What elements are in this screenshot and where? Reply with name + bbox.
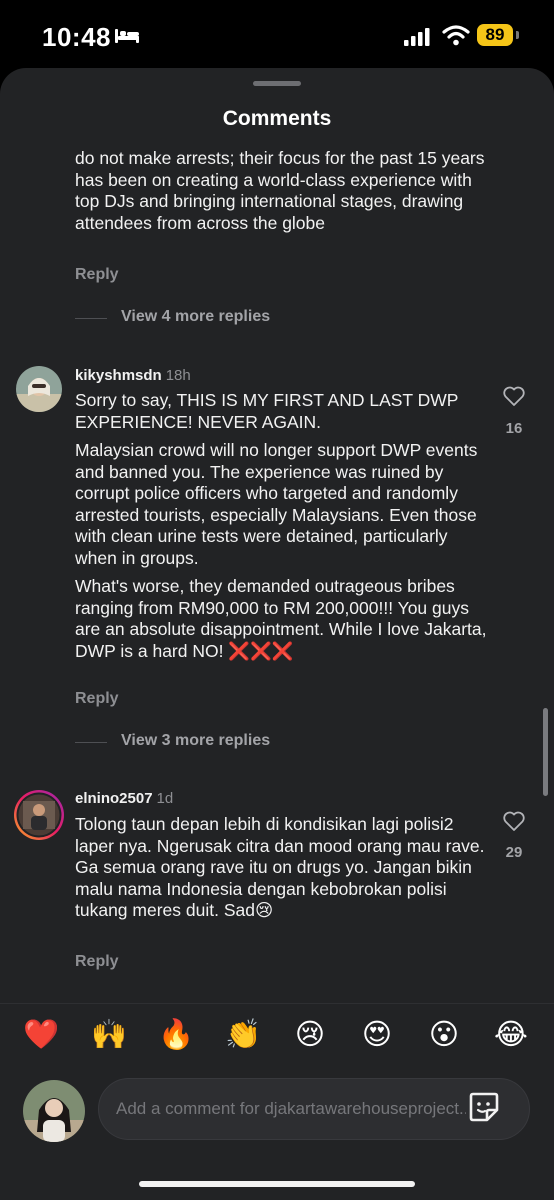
home-indicator[interactable]	[139, 1181, 415, 1187]
comment-text: Tolong taun depan lebih di kondisikan la…	[75, 814, 490, 929]
timestamp: 1d	[156, 790, 174, 807]
current-user-avatar	[23, 1080, 85, 1142]
emoji-clap[interactable]: 👏	[223, 1015, 263, 1055]
sheet-title: Comments	[222, 107, 332, 130]
emoji-heart-eyes[interactable]: 😍	[357, 1015, 397, 1055]
username[interactable]: elnino2507	[75, 790, 153, 807]
comment-header: elnino2507 1d	[75, 790, 173, 807]
status-bar: 10:48 89	[0, 0, 554, 70]
view-more-label: View 4 more replies	[121, 308, 271, 325]
emoji-fire[interactable]: 🔥	[156, 1015, 196, 1055]
timestamp: 18h	[165, 367, 191, 384]
thread-line	[75, 742, 107, 743]
comment-paragraph: Tolong taun depan lebih di kondisikan la…	[75, 814, 485, 920]
comments-sheet: Comments do not make arrests; their focu…	[0, 68, 554, 1200]
signal-icon	[404, 28, 430, 46]
reply-button[interactable]: Reply	[75, 266, 119, 284]
avatar-story-ring[interactable]	[13, 789, 65, 841]
view-more-label: View 3 more replies	[121, 732, 271, 749]
bed-icon	[115, 29, 139, 43]
comment-input-placeholder: Add a comment for djakartawarehouseproje…	[116, 1099, 474, 1118]
scrollbar[interactable]	[543, 708, 548, 796]
comment-paragraph: Sorry to say, THIS IS MY FIRST AND LAST …	[75, 390, 459, 432]
heart-outline-icon[interactable]	[502, 385, 526, 407]
heart-outline-icon[interactable]	[502, 810, 526, 832]
comment-paragraph: do not make arrests; their focus for the…	[75, 148, 485, 233]
reply-button[interactable]: Reply	[75, 953, 119, 971]
battery-indicator: 89	[477, 24, 513, 46]
like-count: 29	[505, 844, 523, 861]
comment-text: do not make arrests; their focus for the…	[75, 148, 490, 241]
divider	[0, 1003, 554, 1004]
comment-list[interactable]: do not make arrests; their focus for the…	[0, 148, 554, 1003]
emoji-surprised[interactable]: 😮	[424, 1015, 464, 1055]
avatar[interactable]	[16, 366, 62, 412]
emoji-tears-of-joy[interactable]: 😂	[491, 1015, 531, 1055]
battery-tip	[516, 31, 519, 39]
emoji-heart[interactable]: ❤️	[21, 1015, 61, 1055]
comment-paragraph: Malaysian crowd will no longer support D…	[75, 440, 478, 568]
comment-paragraph: What's worse, they demanded outrageous b…	[75, 576, 487, 661]
status-time: 10:48	[42, 22, 111, 52]
wifi-icon	[442, 25, 470, 46]
sheet-grabber[interactable]	[253, 81, 301, 86]
like-count: 16	[505, 420, 523, 437]
emoji-crying[interactable]: 😢	[290, 1015, 330, 1055]
comment-header: kikyshmsdn 18h	[75, 367, 191, 384]
reply-button[interactable]: Reply	[75, 690, 119, 708]
emoji-raised-hands[interactable]: 🙌	[89, 1015, 129, 1055]
thread-line	[75, 318, 107, 319]
emoji-bar: ❤️ 🙌 🔥 👏 😢 😍 😮 😂	[0, 1015, 554, 1059]
comment-text: Sorry to say, THIS IS MY FIRST AND LAST …	[75, 390, 490, 669]
username[interactable]: kikyshmsdn	[75, 367, 162, 384]
sticker-icon[interactable]	[466, 1089, 502, 1125]
